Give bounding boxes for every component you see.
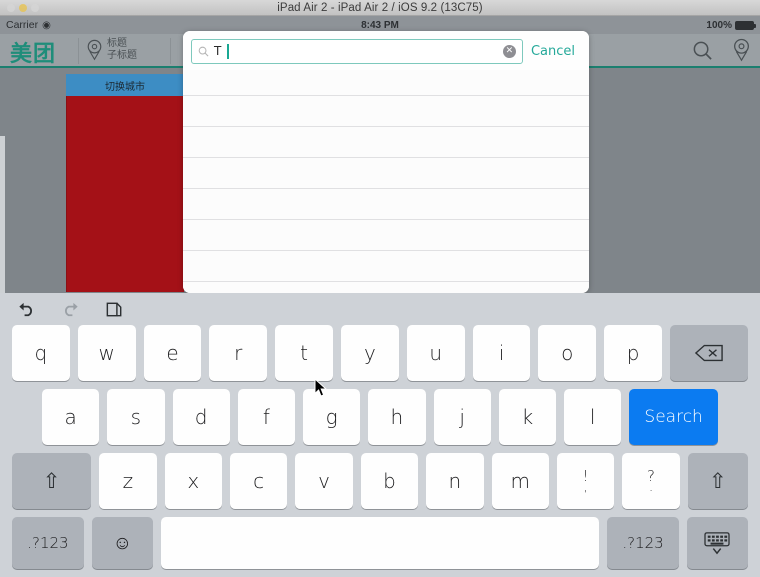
search-results-list[interactable] — [183, 70, 589, 293]
simulator-window: iPad Air 2 - iPad Air 2 / iOS 9.2 (13C75… — [0, 0, 760, 577]
key-e[interactable]: e — [143, 325, 202, 381]
list-item[interactable] — [183, 96, 589, 127]
window-controls[interactable] — [7, 4, 39, 12]
key-y[interactable]: y — [340, 325, 399, 381]
nav-title: 标题 — [107, 38, 127, 49]
window-title: iPad Air 2 - iPad Air 2 / iOS 9.2 (13C75… — [277, 1, 483, 14]
key-t[interactable]: t — [275, 325, 333, 381]
key-emoji[interactable]: ☺ — [91, 517, 153, 569]
status-battery-group: 100% — [706, 19, 756, 31]
nav-divider — [78, 38, 79, 64]
carrier-label: Carrier — [6, 19, 39, 31]
wifi-icon: ◉ — [42, 19, 51, 31]
search-popover: T ✕ Cancel — [183, 31, 589, 293]
city-switch-panel[interactable]: 切换城市 — [66, 74, 184, 292]
key-f[interactable]: f — [237, 389, 295, 445]
list-item[interactable] — [183, 70, 589, 96]
zoom-dot-icon[interactable] — [31, 4, 39, 12]
key-b[interactable]: b — [360, 453, 419, 509]
nav-subtitle: 子标题 — [107, 49, 137, 61]
onscreen-keyboard: q w e r t y u i o p a s d f g h j k l Se… — [0, 293, 760, 577]
key-space[interactable] — [160, 517, 600, 569]
text-caret — [227, 43, 229, 59]
key-delete[interactable] — [669, 325, 748, 381]
key-question-period[interactable]: ? . — [622, 453, 680, 509]
key-s[interactable]: s — [107, 389, 165, 445]
key-v[interactable]: v — [295, 453, 353, 509]
list-item[interactable] — [183, 220, 589, 251]
key-r[interactable]: r — [209, 325, 268, 381]
key-n[interactable]: n — [426, 453, 484, 509]
battery-percent-label: 100% — [706, 19, 732, 31]
keyboard-row-4: .?123 ☺ .?123 — [4, 517, 756, 569]
city-switch-header[interactable]: 切换城市 — [66, 74, 184, 96]
clear-circle-icon[interactable]: ✕ — [502, 44, 516, 58]
status-carrier-group: Carrier ◉ — [6, 19, 51, 31]
close-dot-icon[interactable] — [7, 4, 15, 12]
minimize-dot-icon[interactable] — [19, 4, 27, 12]
shift-icon: ⇧ — [709, 469, 727, 493]
key-hide-keyboard[interactable] — [686, 517, 749, 569]
paste-icon[interactable] — [104, 299, 125, 320]
search-icon — [198, 46, 209, 56]
cancel-button[interactable]: Cancel — [529, 44, 581, 59]
undo-icon[interactable] — [16, 299, 37, 320]
list-item[interactable] — [183, 251, 589, 282]
key-o[interactable]: o — [538, 325, 597, 381]
key-numbers-left[interactable]: .?123 — [12, 517, 84, 569]
key-m[interactable]: m — [491, 453, 549, 509]
key-l[interactable]: l — [564, 389, 622, 445]
search-input[interactable]: T ✕ — [191, 38, 523, 64]
brand-logo[interactable]: 美团 — [10, 36, 56, 68]
key-q[interactable]: q — [12, 325, 70, 381]
key-i[interactable]: i — [472, 325, 531, 381]
keyboard-rows: q w e r t y u i o p a s d f g h j k l Se… — [0, 325, 760, 569]
key-shift-right[interactable]: ⇧ — [687, 453, 748, 509]
key-numbers-right[interactable]: .?123 — [607, 517, 679, 569]
keyboard-row-1: q w e r t y u i o p — [4, 325, 756, 381]
key-c[interactable]: c — [229, 453, 288, 509]
nav-divider-2 — [170, 38, 171, 64]
key-p[interactable]: p — [604, 325, 662, 381]
list-item[interactable] — [183, 189, 589, 220]
location-pin-icon[interactable] — [731, 38, 752, 62]
status-clock: 8:43 PM — [361, 19, 399, 31]
key-search-return[interactable]: Search — [629, 389, 718, 445]
key-comma-label: , — [583, 479, 588, 495]
key-z[interactable]: z — [99, 453, 157, 509]
list-item[interactable] — [183, 158, 589, 189]
city-switch-body — [66, 96, 184, 292]
key-g[interactable]: g — [303, 389, 361, 445]
search-icon[interactable] — [692, 40, 713, 61]
location-pin-icon — [87, 39, 102, 60]
emoji-smiley-icon: ☺ — [112, 531, 133, 554]
nav-right-actions — [692, 38, 752, 62]
window-titlebar: iPad Air 2 - iPad Air 2 / iOS 9.2 (13C75… — [0, 0, 760, 16]
key-shift-left[interactable]: ⇧ — [12, 453, 92, 509]
keyboard-row-2: a s d f g h j k l Search — [4, 389, 756, 445]
key-d[interactable]: d — [172, 389, 230, 445]
delete-backspace-icon — [694, 344, 723, 362]
list-item[interactable] — [183, 127, 589, 158]
battery-full-icon — [735, 20, 756, 30]
hide-keyboard-icon — [704, 532, 731, 555]
key-h[interactable]: h — [368, 389, 426, 445]
key-period-label: . — [648, 479, 654, 495]
shift-icon: ⇧ — [42, 469, 61, 493]
key-w[interactable]: w — [77, 325, 136, 381]
keyboard-row-3: ⇧ z x c v b n m ! , ? . ⇧ — [4, 453, 756, 509]
key-j[interactable]: j — [433, 389, 491, 445]
search-input-value: T — [214, 44, 222, 58]
search-bar: T ✕ Cancel — [183, 31, 589, 70]
key-a[interactable]: a — [42, 389, 100, 445]
key-x[interactable]: x — [164, 453, 222, 509]
nav-location-group[interactable]: 标题 子标题 — [86, 38, 137, 61]
redo-icon[interactable] — [60, 299, 81, 320]
key-u[interactable]: u — [406, 325, 465, 381]
keyboard-toolbar — [0, 293, 760, 325]
key-k[interactable]: k — [498, 389, 556, 445]
key-exclaim-comma[interactable]: ! , — [556, 453, 615, 509]
